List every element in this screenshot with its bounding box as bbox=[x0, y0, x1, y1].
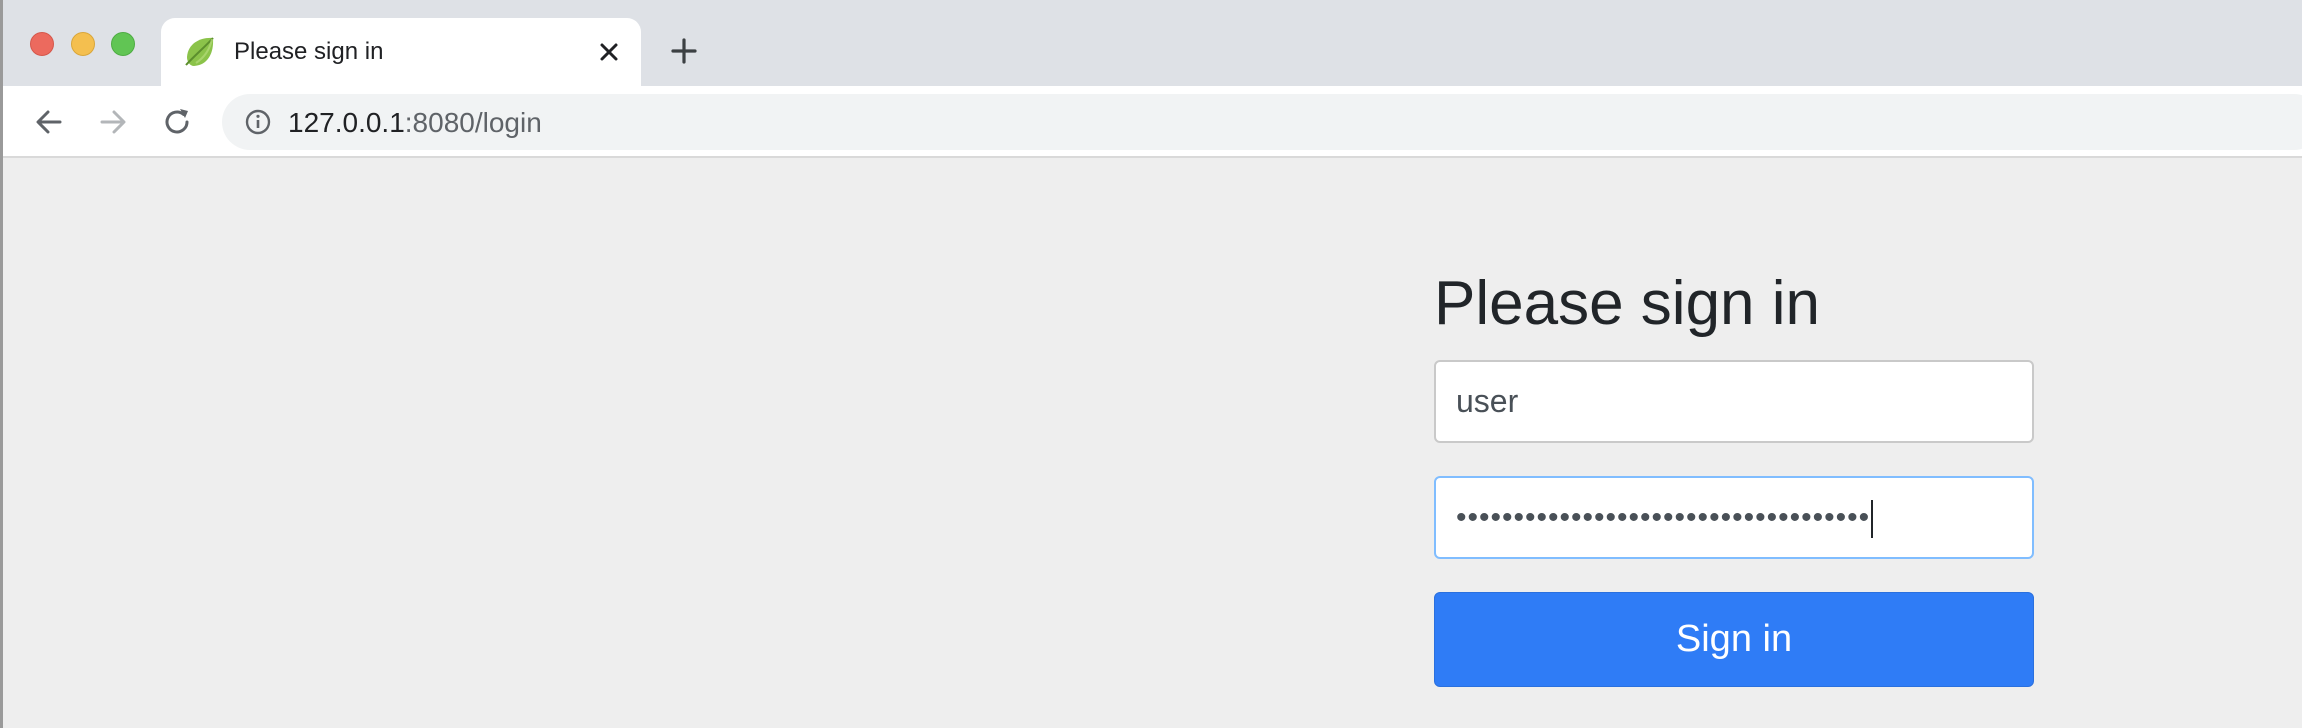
page-title: Please sign in bbox=[1434, 269, 1821, 338]
text-caret bbox=[1871, 500, 1874, 539]
back-arrow-icon[interactable] bbox=[33, 106, 65, 138]
close-tab-icon[interactable] bbox=[595, 38, 623, 66]
tab-title: Please sign in bbox=[234, 38, 384, 65]
window-minimize-button[interactable] bbox=[71, 32, 95, 56]
spring-leaf-icon bbox=[185, 37, 214, 66]
page-content: Please sign in user ••••••••••••••••••••… bbox=[3, 158, 2302, 728]
url-host: 127.0.0.1 bbox=[288, 107, 405, 138]
window-maximize-button[interactable] bbox=[111, 32, 135, 56]
browser-window: Please sign in 127.0.0.1:8080/login Plea… bbox=[0, 0, 2302, 728]
tab-strip: Please sign in bbox=[3, 0, 2302, 86]
new-tab-icon[interactable] bbox=[669, 36, 699, 66]
password-input[interactable]: •••••••••••••••••••••••••••••••••••• bbox=[1434, 476, 2034, 559]
url-path: :8080/login bbox=[404, 107, 542, 138]
username-value: user bbox=[1456, 383, 1519, 419]
password-value: •••••••••••••••••••••••••••••••••••• bbox=[1456, 501, 1871, 534]
sign-in-button[interactable]: Sign in bbox=[1434, 592, 2034, 687]
tab-active[interactable]: Please sign in bbox=[161, 18, 641, 86]
username-input[interactable]: user bbox=[1434, 360, 2034, 443]
info-icon[interactable] bbox=[244, 108, 272, 136]
url-text: 127.0.0.1:8080/login bbox=[288, 107, 542, 139]
browser-toolbar: 127.0.0.1:8080/login bbox=[3, 86, 2302, 158]
forward-arrow-icon[interactable] bbox=[97, 106, 129, 138]
reload-icon[interactable] bbox=[161, 106, 193, 138]
address-bar[interactable]: 127.0.0.1:8080/login bbox=[222, 94, 2302, 150]
window-close-button[interactable] bbox=[30, 32, 54, 56]
